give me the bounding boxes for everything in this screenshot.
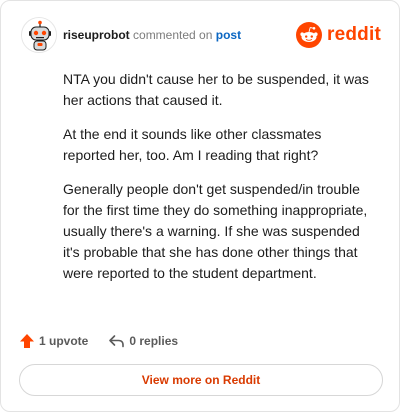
snoo-robot-avatar-icon [22,18,56,52]
reddit-wordmark: reddit [327,24,381,45]
post-link[interactable]: post [216,28,241,42]
replies-button[interactable]: 0 replies [108,333,178,349]
comment-header: riseuprobot commented on post reddit [21,17,381,53]
comment-embed-card: riseuprobot commented on post reddit NTA… [0,0,400,412]
view-more-on-reddit-button[interactable]: View more on Reddit [19,364,383,396]
avatar[interactable] [21,17,57,53]
comment-body: NTA you didn't cause her to be suspended… [63,69,373,297]
commented-on-text: commented on [133,28,213,42]
comment-actions: 1 upvote 0 replies [19,331,198,351]
replies-count: 0 replies [129,334,179,348]
username-link[interactable]: riseuprobot [63,28,130,42]
comment-paragraph: Generally people don't get suspended/in … [63,181,368,281]
upvote-button[interactable]: 1 upvote [19,333,88,349]
comment-paragraph: At the end it sounds like other classmat… [63,126,322,163]
comment-meta: riseuprobot commented on post [63,27,241,43]
reddit-logo-icon [296,22,323,48]
upvote-count: 1 upvote [39,334,89,348]
reddit-brand[interactable]: reddit [296,22,381,48]
comment-paragraph: NTA you didn't cause her to be suspended… [63,71,369,108]
upvote-arrow-icon [20,334,34,348]
reply-arrow-icon [109,335,125,348]
